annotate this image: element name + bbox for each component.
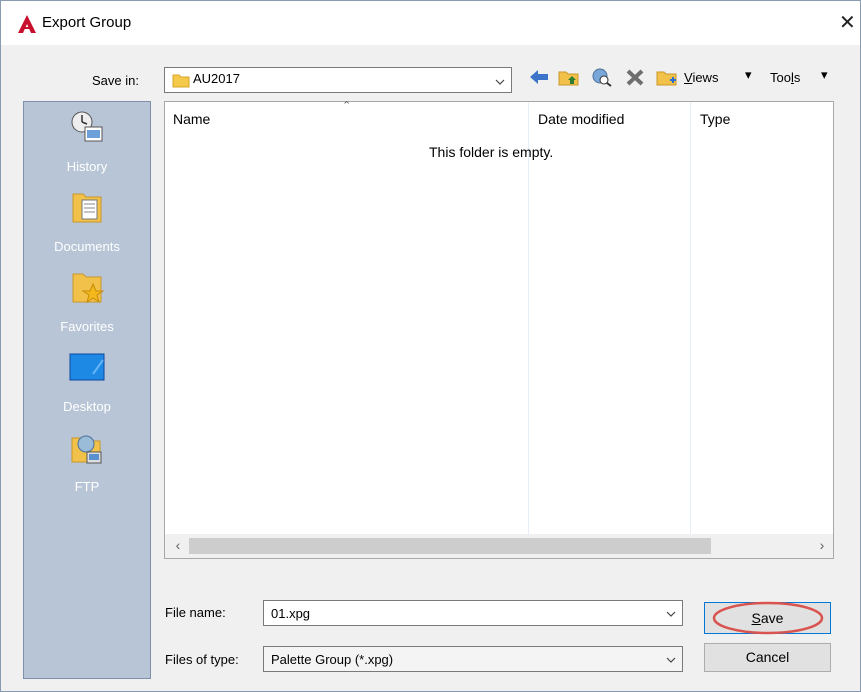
documents-folder-icon xyxy=(72,193,102,223)
sidebar-item-favorites[interactable]: Favorites xyxy=(24,262,150,342)
chevron-down-icon xyxy=(495,79,505,85)
file-name-input[interactable]: 01.xpg xyxy=(263,600,683,626)
sidebar-item-ftp[interactable]: FTP xyxy=(24,422,150,502)
sidebar-item-documents[interactable]: Documents xyxy=(24,182,150,262)
sidebar-item-label: FTP xyxy=(74,479,100,494)
history-icon xyxy=(71,111,103,142)
up-folder-icon[interactable] xyxy=(558,67,580,87)
sidebar-item-label: Documents xyxy=(54,239,120,254)
sidebar-item-label: History xyxy=(66,159,108,174)
column-divider xyxy=(528,102,529,534)
title-bar: Export Group xyxy=(1,1,860,45)
save-in-dropdown[interactable]: AU2017 xyxy=(164,67,512,93)
file-list[interactable]: ⌃ Name Date modified Type This folder is… xyxy=(164,100,834,559)
sidebar-item-label: Desktop xyxy=(63,399,111,414)
sort-ascending-icon: ⌃ xyxy=(342,100,352,112)
chevron-down-icon xyxy=(666,657,676,663)
close-icon[interactable] xyxy=(839,10,856,35)
sidebar-item-history[interactable]: History xyxy=(24,102,150,182)
scroll-right-icon[interactable]: › xyxy=(813,536,831,554)
back-arrow-icon[interactable] xyxy=(528,67,550,87)
column-header-type[interactable]: Type xyxy=(700,111,730,127)
file-type-value: Palette Group (*.xpg) xyxy=(271,652,394,667)
places-sidebar: History Documents Favorites Desktop FTP xyxy=(23,101,151,679)
sidebar-item-label: Favorites xyxy=(60,319,114,334)
horizontal-scrollbar[interactable]: ‹ › xyxy=(165,534,833,558)
column-header-name[interactable]: Name xyxy=(173,111,210,127)
search-web-icon[interactable] xyxy=(591,67,613,87)
column-divider xyxy=(690,102,691,534)
save-in-label: Save in: xyxy=(92,73,139,88)
tools-menu[interactable]: Tools xyxy=(770,70,800,85)
favorites-folder-icon xyxy=(72,273,105,304)
views-dropdown-arrow[interactable]: ▾ xyxy=(745,67,752,83)
autocad-logo-icon xyxy=(18,15,36,33)
save-highlight-circle xyxy=(712,601,824,635)
chevron-down-icon xyxy=(666,611,676,617)
folder-icon xyxy=(172,74,190,88)
tools-dropdown-arrow[interactable]: ▾ xyxy=(821,67,828,83)
column-header-date-modified[interactable]: Date modified xyxy=(538,111,624,127)
scroll-left-icon[interactable]: ‹ xyxy=(169,536,187,554)
cancel-button[interactable]: Cancel xyxy=(704,643,831,672)
ftp-icon xyxy=(71,435,102,464)
new-folder-icon[interactable] xyxy=(656,67,678,87)
file-type-dropdown[interactable]: Palette Group (*.xpg) xyxy=(263,646,683,672)
save-in-value: AU2017 xyxy=(193,71,240,86)
sidebar-item-desktop[interactable]: Desktop xyxy=(24,342,150,422)
file-name-label: File name: xyxy=(165,605,226,620)
delete-icon[interactable] xyxy=(624,67,646,87)
scroll-thumb[interactable] xyxy=(189,538,711,554)
empty-folder-message: This folder is empty. xyxy=(429,144,554,160)
file-name-value: 01.xpg xyxy=(271,606,311,621)
desktop-icon xyxy=(69,353,105,381)
cancel-button-label: Cancel xyxy=(745,649,790,665)
views-menu[interactable]: Views xyxy=(684,70,718,85)
window-title: Export Group xyxy=(42,14,132,31)
file-type-label: Files of type: xyxy=(165,652,239,667)
export-group-dialog: Export Group Save in: AU2017 Views ▾ Too… xyxy=(0,0,861,692)
